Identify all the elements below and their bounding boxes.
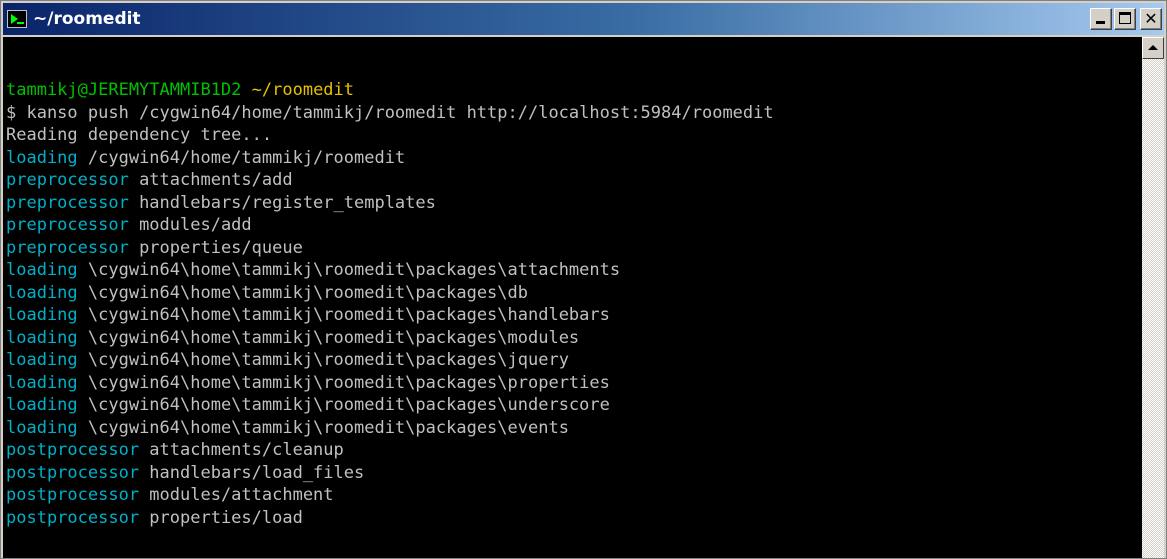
output-line: postprocessor handlebars/load_files bbox=[6, 462, 774, 485]
output-line: loading \cygwin64\home\tammikj\roomedit\… bbox=[6, 394, 774, 417]
line-keyword: preprocessor bbox=[6, 237, 129, 258]
line-text: properties/load bbox=[139, 507, 303, 528]
scroll-up-button[interactable] bbox=[1142, 37, 1164, 59]
line-keyword: loading bbox=[6, 147, 78, 168]
line-text: \cygwin64\home\tammikj\roomedit\packages… bbox=[77, 327, 580, 348]
output-line: loading \cygwin64\home\tammikj\roomedit\… bbox=[6, 349, 774, 372]
line-keyword: loading bbox=[6, 305, 78, 325]
line-keyword: postprocessor bbox=[6, 507, 140, 528]
command-line: $ kanso push /cygwin64/home/tammikj/room… bbox=[6, 102, 774, 123]
line-keyword: loading bbox=[6, 327, 78, 348]
line-text: \cygwin64\home\tammikj\roomedit\packages… bbox=[77, 282, 528, 303]
output-line: loading \cygwin64\home\tammikj\roomedit\… bbox=[6, 372, 774, 395]
line-keyword: postprocessor bbox=[6, 462, 140, 483]
line-keyword: preprocessor bbox=[6, 170, 129, 190]
console-lines: tammikj@JEREMYTAMMIB1D2 ~/roomedit $ kan… bbox=[6, 79, 774, 529]
prompt-path: ~/roomedit bbox=[251, 80, 355, 100]
line-keyword: postprocessor bbox=[6, 440, 140, 460]
line-keyword: loading bbox=[6, 282, 78, 303]
close-icon: ✕ bbox=[1144, 9, 1158, 28]
line-text: \cygwin64\home\tammikj\roomedit\packages… bbox=[77, 417, 569, 438]
maximize-icon bbox=[1119, 12, 1131, 24]
line-text: \cygwin64\home\tammikj\roomedit\packages… bbox=[77, 260, 621, 280]
terminal-icon[interactable] bbox=[7, 10, 27, 28]
output-line: postprocessor attachments/cleanup bbox=[6, 439, 774, 462]
line-keyword: postprocessor bbox=[6, 485, 140, 505]
output-line: loading \cygwin64\home\tammikj\roomedit\… bbox=[6, 282, 774, 305]
line-text: \cygwin64\home\tammikj\roomedit\packages… bbox=[77, 305, 610, 325]
output-line: preprocessor modules/add bbox=[6, 214, 774, 237]
line-text: properties/queue bbox=[128, 237, 303, 258]
line-keyword: loading bbox=[6, 417, 78, 438]
close-button[interactable]: ✕ bbox=[1140, 8, 1162, 30]
line-text: handlebars/register_templates bbox=[128, 192, 436, 213]
output-line: preprocessor attachments/add bbox=[6, 169, 774, 192]
output-line: postprocessor modules/attachment bbox=[6, 484, 774, 507]
console-output[interactable]: tammikj@JEREMYTAMMIB1D2 ~/roomedit $ kan… bbox=[3, 37, 1144, 558]
output-line: loading \cygwin64\home\tammikj\roomedit\… bbox=[6, 417, 774, 440]
line-text: \cygwin64\home\tammikj\roomedit\packages… bbox=[77, 350, 569, 370]
window-title: ~/roomedit bbox=[33, 9, 141, 29]
line-text: attachments/cleanup bbox=[139, 440, 344, 460]
line-keyword: preprocessor bbox=[6, 215, 129, 235]
line-text: modules/add bbox=[128, 215, 252, 235]
line-keyword: loading bbox=[6, 395, 78, 415]
line-text: \cygwin64\home\tammikj\roomedit\packages… bbox=[77, 372, 610, 393]
output-line: loading \cygwin64\home\tammikj\roomedit\… bbox=[6, 327, 774, 350]
output-line: preprocessor properties/queue bbox=[6, 237, 774, 260]
minimize-icon bbox=[1096, 21, 1105, 24]
output-line: loading /cygwin64/home/tammikj/roomedit bbox=[6, 147, 774, 170]
line-keyword: loading bbox=[6, 372, 78, 393]
terminal-window: ~/roomedit ✕ tammikj@JEREMYTAMMIB1D2 ~/r… bbox=[0, 0, 1167, 559]
maximize-button[interactable] bbox=[1114, 8, 1136, 30]
line-text: /cygwin64/home/tammikj/roomedit bbox=[77, 147, 406, 168]
prompt-line: tammikj@JEREMYTAMMIB1D2 ~/roomedit bbox=[6, 79, 774, 102]
minimize-button[interactable] bbox=[1090, 8, 1112, 30]
output-line: postprocessor properties/load bbox=[6, 507, 774, 530]
output-line: loading \cygwin64\home\tammikj\roomedit\… bbox=[6, 259, 774, 282]
line-keyword: preprocessor bbox=[6, 192, 129, 213]
prompt-separator bbox=[241, 80, 251, 100]
vertical-scrollbar[interactable] bbox=[1142, 37, 1164, 558]
line-text: \cygwin64\home\tammikj\roomedit\packages… bbox=[77, 395, 610, 415]
output-line: loading \cygwin64\home\tammikj\roomedit\… bbox=[6, 304, 774, 327]
prompt-user-host: tammikj@JEREMYTAMMIB1D2 bbox=[6, 80, 242, 100]
line-text: attachments/add bbox=[128, 170, 293, 190]
line-text: handlebars/load_files bbox=[139, 462, 365, 483]
title-bar[interactable]: ~/roomedit ✕ bbox=[3, 3, 1164, 35]
line-text: Reading dependency tree... bbox=[6, 125, 273, 145]
output-line: preprocessor handlebars/register_templat… bbox=[6, 192, 774, 215]
output-line: Reading dependency tree... bbox=[6, 124, 774, 147]
window-controls: ✕ bbox=[1090, 8, 1162, 30]
line-keyword: loading bbox=[6, 350, 78, 370]
line-text: modules/attachment bbox=[139, 485, 334, 505]
line-keyword: loading bbox=[6, 260, 78, 280]
